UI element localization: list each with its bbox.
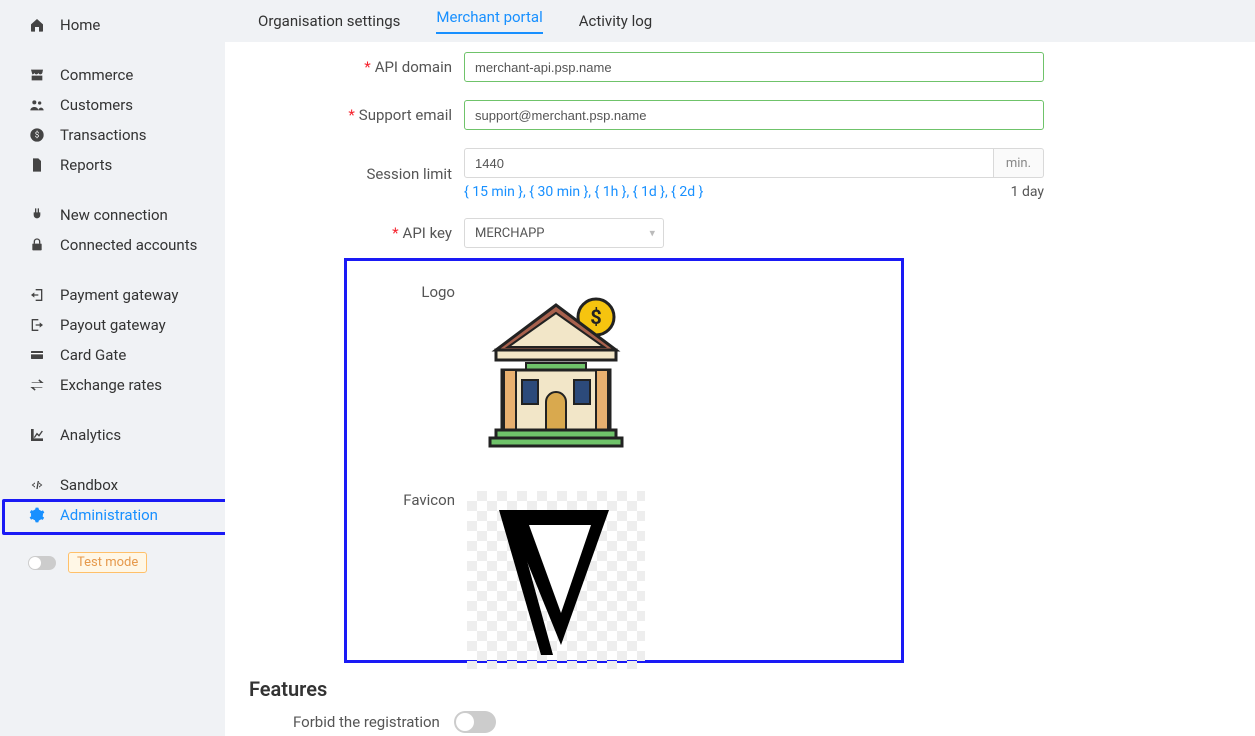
row-api-key: *API key MERCHAPP ▾ (249, 218, 1231, 248)
sidebar-item-payment-gateway[interactable]: Payment gateway (0, 280, 225, 310)
image-settings-box: Logo $ (344, 258, 904, 663)
code-icon (28, 477, 46, 493)
sidebar-item-reports[interactable]: Reports (0, 150, 225, 180)
tab-label: Organisation settings (258, 12, 400, 30)
plug-icon (28, 207, 46, 223)
sidebar-item-customers[interactable]: Customers (0, 90, 225, 120)
svg-text:$: $ (35, 131, 40, 140)
logo-image: $ (476, 295, 636, 450)
sidebar-item-home[interactable]: Home (0, 10, 225, 40)
sidebar-item-label: Connected accounts (60, 236, 197, 254)
row-favicon: Favicon (347, 491, 901, 669)
home-icon (28, 17, 46, 33)
content: *API domain *Support email Session limit… (225, 42, 1255, 736)
sidebar-item-card-gate[interactable]: Card Gate (0, 340, 225, 370)
label-forbid-registration: Forbid the registration (293, 713, 440, 731)
chart-icon (28, 427, 46, 443)
tabs: Organisation settings Merchant portal Ac… (225, 0, 1255, 42)
gear-icon (28, 507, 46, 523)
sidebar-item-administration[interactable]: Administration (0, 500, 225, 530)
sidebar-item-analytics[interactable]: Analytics (0, 420, 225, 450)
sidebar-item-label: Reports (60, 156, 112, 174)
login-icon (28, 287, 46, 303)
file-icon (28, 157, 46, 173)
sidebar-item-sandbox[interactable]: Sandbox (0, 470, 225, 500)
sidebar-item-label: New connection (60, 206, 168, 224)
label-logo: Logo (347, 283, 467, 461)
sidebar-item-label: Payment gateway (60, 286, 178, 304)
label-support-email: *Support email (249, 106, 464, 124)
row-forbid-registration: Forbid the registration (293, 711, 1231, 733)
users-icon (28, 97, 46, 113)
card-icon (28, 347, 46, 363)
label-api-key: *API key (249, 224, 464, 242)
exchange-icon (28, 377, 46, 393)
lock-icon (28, 237, 46, 253)
tab-label: Activity log (579, 12, 652, 30)
row-session-limit: Session limit min. { 15 min }, { 30 min … (249, 148, 1231, 200)
sidebar-item-new-connection[interactable]: New connection (0, 200, 225, 230)
api-key-value: MERCHAPP (475, 226, 544, 241)
sidebar-item-label: Analytics (60, 426, 121, 444)
sidebar-item-label: Sandbox (60, 476, 118, 494)
sidebar-item-transactions[interactable]: $ Transactions (0, 120, 225, 150)
sidebar-item-label: Card Gate (60, 346, 126, 364)
row-logo: Logo $ (347, 283, 901, 461)
api-domain-input[interactable] (464, 52, 1044, 82)
api-key-select[interactable]: MERCHAPP ▾ (464, 218, 664, 248)
logout-icon (28, 317, 46, 333)
sidebar-item-exchange-rates[interactable]: Exchange rates (0, 370, 225, 400)
session-limit-input[interactable] (464, 148, 994, 178)
session-presets[interactable]: { 15 min }, { 30 min }, { 1h }, { 1d }, … (464, 184, 703, 200)
support-email-input[interactable] (464, 100, 1044, 130)
features-heading: Features (249, 677, 1231, 701)
tab-label: Merchant portal (436, 8, 542, 26)
tab-merchant-portal[interactable]: Merchant portal (418, 0, 560, 44)
sidebar-item-commerce[interactable]: Commerce (0, 60, 225, 90)
test-mode-toggle[interactable] (28, 556, 56, 570)
svg-text:$: $ (590, 305, 601, 329)
sidebar-item-label: Home (60, 16, 100, 34)
chevron-down-icon: ▾ (649, 227, 655, 240)
sidebar-item-label: Customers (60, 96, 133, 114)
sidebar-item-label: Administration (60, 506, 158, 524)
sidebar-item-connected-accounts[interactable]: Connected accounts (0, 230, 225, 260)
label-session-limit: Session limit (249, 165, 464, 183)
sidebar-item-label: Exchange rates (60, 376, 162, 394)
test-mode-badge: Test mode (68, 552, 147, 573)
tab-activity-log[interactable]: Activity log (561, 2, 670, 40)
label-favicon: Favicon (347, 491, 467, 669)
sidebar-item-label: Payout gateway (60, 316, 166, 334)
sidebar: Home Commerce Customers $ Transactions R… (0, 0, 225, 736)
favicon-upload[interactable] (467, 491, 645, 669)
dollar-circle-icon: $ (28, 127, 46, 143)
sidebar-item-payout-gateway[interactable]: Payout gateway (0, 310, 225, 340)
tab-organisation-settings[interactable]: Organisation settings (240, 2, 418, 40)
label-api-domain: *API domain (249, 58, 464, 76)
sidebar-item-label: Transactions (60, 126, 147, 144)
test-mode-row: Test mode (0, 552, 225, 573)
row-support-email: *Support email (249, 100, 1231, 130)
row-api-domain: *API domain (249, 52, 1231, 82)
session-limit-addon: min. (994, 148, 1044, 178)
store-icon (28, 67, 46, 83)
logo-upload[interactable]: $ (467, 283, 645, 461)
sidebar-item-label: Commerce (60, 66, 133, 84)
forbid-registration-toggle[interactable] (454, 711, 496, 733)
session-current: 1 day (1011, 184, 1044, 200)
favicon-image (491, 505, 621, 655)
